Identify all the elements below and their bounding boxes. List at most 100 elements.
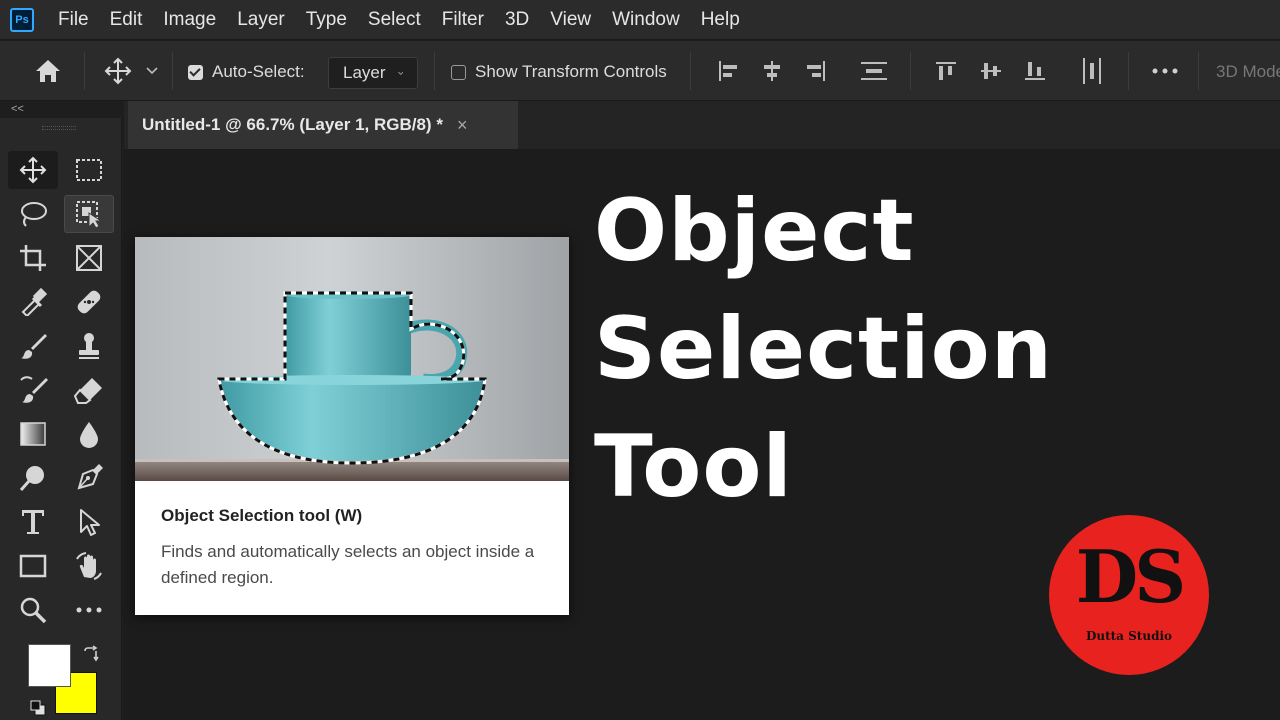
menu-layer[interactable]: Layer [237, 9, 285, 31]
chevron-down-icon [397, 71, 403, 75]
home-icon[interactable] [34, 57, 62, 85]
move-tool[interactable] [8, 151, 58, 189]
dropdown-value: Layer [343, 63, 386, 82]
menu-type[interactable]: Type [306, 9, 347, 31]
divider [910, 52, 911, 90]
tools-panel [0, 118, 122, 720]
collapse-panel-icon[interactable]: << [11, 103, 24, 115]
swap-colors-icon[interactable] [82, 645, 100, 668]
move-tool-icon[interactable] [104, 57, 132, 85]
crop-icon [20, 245, 46, 271]
gradient-icon [20, 422, 46, 446]
divider [84, 52, 85, 90]
document-tab-bar: Untitled-1 @ 66.7% (Layer 1, RGB/8) * × [124, 101, 1280, 149]
object-selection-tool[interactable] [64, 195, 114, 233]
show-transform-controls-checkbox[interactable] [451, 65, 466, 80]
align-horizontal-centers-icon[interactable] [758, 57, 786, 85]
lasso-tool[interactable] [8, 195, 58, 233]
blur-tool[interactable] [64, 415, 114, 453]
frame-icon [76, 245, 102, 271]
type-tool[interactable] [8, 503, 58, 541]
hand-tool[interactable] [64, 547, 114, 585]
panel-grip[interactable] [42, 126, 76, 130]
auto-select-label: Auto-Select: [212, 62, 305, 81]
brand-name: Dutta Studio [1085, 629, 1173, 643]
brush-tool[interactable] [8, 327, 58, 365]
bandage-icon [77, 290, 101, 314]
divider [690, 52, 691, 90]
close-icon[interactable]: × [457, 115, 468, 136]
stamp-icon [79, 333, 99, 359]
options-bar: Auto-Select: Layer Show Transform Contro… [0, 41, 1280, 101]
rectangle-tool[interactable] [8, 547, 58, 585]
rectangular-marquee-tool[interactable] [64, 151, 114, 189]
menu-select[interactable]: Select [368, 9, 421, 31]
brand-logo: DS Dutta Studio [1049, 515, 1209, 675]
headline-line-2: Tool [594, 417, 793, 517]
foreground-color-swatch[interactable] [28, 644, 71, 687]
water-drop-icon [80, 422, 98, 448]
headline-line-1: Object Selection [594, 181, 1053, 399]
divider [434, 52, 435, 90]
pen-tool[interactable] [64, 459, 114, 497]
history-brush-icon [20, 376, 48, 403]
dodge-icon [19, 466, 44, 491]
move-icon [19, 156, 47, 184]
marquee-icon [76, 159, 102, 181]
align-top-edges-icon[interactable] [932, 57, 960, 85]
distribute-vertical-icon[interactable] [860, 57, 888, 85]
show-transform-controls-label: Show Transform Controls [475, 62, 667, 81]
path-selection-tool[interactable] [64, 503, 114, 541]
zoom-tool[interactable] [8, 591, 58, 629]
type-icon [22, 510, 44, 534]
headline: Object Selection Tool [594, 172, 1254, 526]
align-vertical-centers-icon[interactable] [977, 57, 1005, 85]
eraser-icon [74, 378, 102, 404]
document-tab[interactable]: Untitled-1 @ 66.7% (Layer 1, RGB/8) * × [128, 101, 518, 149]
divider [1128, 52, 1129, 90]
tooltip-title: Object Selection tool (W) [161, 506, 363, 525]
tooltip-preview-image [135, 237, 569, 481]
menu-file[interactable]: File [58, 9, 89, 31]
spot-healing-brush-tool[interactable] [64, 283, 114, 321]
align-left-edges-icon[interactable] [714, 57, 742, 85]
default-colors-icon[interactable] [30, 700, 46, 720]
rich-tooltip: Object Selection tool (W) Finds and auto… [135, 237, 569, 615]
menu-view[interactable]: View [550, 9, 591, 31]
menu-filter[interactable]: Filter [442, 9, 484, 31]
brush-icon [21, 334, 47, 359]
brand-mark: DS [1075, 534, 1186, 619]
eyedropper-icon [21, 288, 47, 316]
menu-window[interactable]: Window [612, 9, 680, 31]
more-options-icon[interactable] [1151, 57, 1179, 85]
gradient-tool[interactable] [8, 415, 58, 453]
object-selection-icon [76, 201, 103, 228]
distribute-horizontal-icon[interactable] [1078, 57, 1106, 85]
menu-edit[interactable]: Edit [110, 9, 143, 31]
history-brush-tool[interactable] [8, 371, 58, 409]
pen-icon [77, 464, 103, 490]
menu-image[interactable]: Image [163, 9, 216, 31]
eraser-tool[interactable] [64, 371, 114, 409]
eyedropper-tool[interactable] [8, 283, 58, 321]
menu-help[interactable]: Help [701, 9, 740, 31]
dodge-tool[interactable] [8, 459, 58, 497]
align-right-edges-icon[interactable] [802, 57, 830, 85]
frame-tool[interactable] [64, 239, 114, 277]
arrow-pointer-icon [80, 509, 100, 536]
3d-mode-label: 3D Mode: [1216, 62, 1280, 81]
align-bottom-edges-icon[interactable] [1021, 57, 1049, 85]
auto-select-target-dropdown[interactable]: Layer [328, 57, 418, 89]
photoshop-window: Ps File Edit Image Layer Type Select Fil… [0, 0, 1280, 720]
clone-stamp-tool[interactable] [64, 327, 114, 365]
auto-select-checkbox[interactable] [188, 65, 203, 80]
chevron-down-icon[interactable] [142, 57, 162, 85]
rectangle-icon [19, 554, 47, 578]
edit-toolbar-button[interactable] [64, 591, 114, 629]
photoshop-logo-icon[interactable]: Ps [10, 7, 34, 32]
hand-rotate-icon [76, 552, 102, 580]
menu-bar: Ps File Edit Image Layer Type Select Fil… [0, 0, 1280, 40]
menu-3d[interactable]: 3D [505, 9, 529, 31]
tooltip-description: Finds and automatically selects an objec… [161, 542, 535, 587]
crop-tool[interactable] [8, 239, 58, 277]
